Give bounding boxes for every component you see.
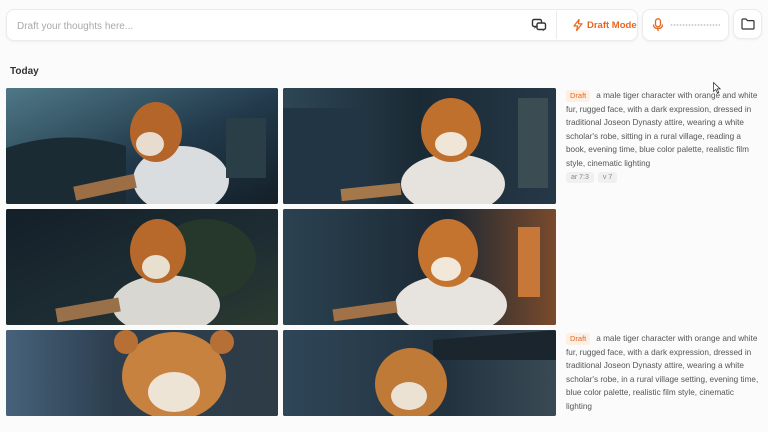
divider	[556, 11, 557, 39]
folder-button[interactable]	[733, 9, 762, 39]
folder-icon	[741, 18, 755, 30]
draft-mode-button[interactable]: Draft Mode	[563, 10, 637, 40]
chat-bubbles-icon[interactable]	[531, 17, 547, 33]
aspect-ratio-tag[interactable]: ar 7:3	[566, 172, 594, 183]
prompt-text[interactable]: a male tiger character with orange and w…	[566, 91, 757, 168]
generated-image[interactable]	[283, 330, 556, 416]
generated-image[interactable]	[283, 88, 556, 204]
draft-badge: Draft	[566, 333, 591, 345]
job-prompt-2: Draft a male tiger character with orange …	[566, 332, 760, 414]
prompt-input[interactable]	[15, 10, 519, 42]
bolt-icon	[573, 19, 583, 31]
draft-mode-label: Draft Mode	[587, 19, 637, 31]
prompt-text[interactable]: a male tiger character with orange and w…	[566, 334, 758, 411]
generated-image[interactable]	[283, 209, 556, 325]
cursor-icon	[713, 82, 721, 94]
job-prompt-1: Draft a male tiger character with orange …	[566, 89, 760, 171]
version-tag[interactable]: v 7	[597, 172, 618, 183]
draft-badge: Draft	[566, 90, 591, 102]
prompt-bar: Draft Mode	[6, 9, 638, 42]
generated-image[interactable]	[6, 88, 278, 204]
voice-input[interactable]	[642, 9, 729, 41]
voice-waveform	[670, 24, 720, 26]
microphone-icon	[652, 18, 664, 31]
generated-image[interactable]	[6, 209, 278, 325]
generated-image[interactable]	[6, 330, 278, 416]
job-tags: ar 7:3 v 7	[566, 172, 618, 183]
section-title: Today	[10, 66, 39, 77]
